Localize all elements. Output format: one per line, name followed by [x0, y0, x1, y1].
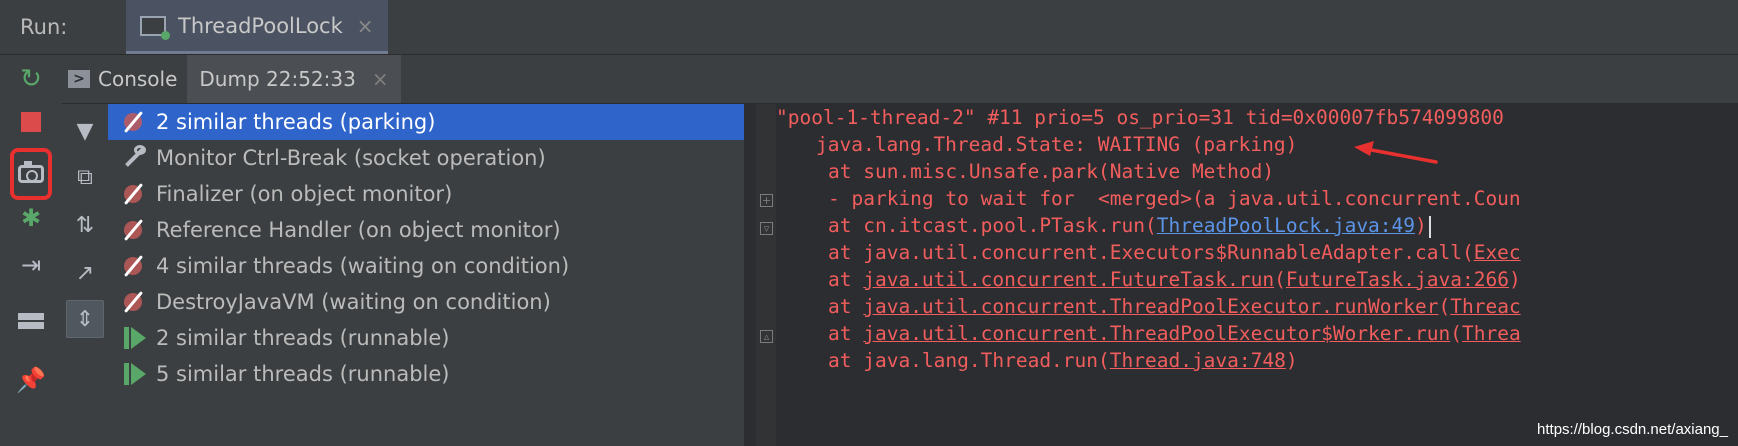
merge-icon[interactable]: ⇕ — [66, 300, 104, 338]
dump-threads-icon[interactable] — [10, 148, 52, 200]
frame-text: ) — [1285, 349, 1298, 372]
class-link[interactable]: java.util.concurrent.ThreadPoolExecutor$… — [863, 322, 1450, 345]
fold-marker-icon[interactable]: ▿ — [760, 222, 773, 235]
thread-header: "pool-1-thread-2" #11 prio=5 os_prio=31 … — [776, 106, 1504, 129]
source-link[interactable]: Threac — [1450, 295, 1520, 318]
source-link[interactable]: ThreadPoolLock.java:49 — [1157, 214, 1415, 237]
frame-text: at — [828, 268, 864, 291]
class-link[interactable]: java.util.concurrent.ThreadPoolExecutor.… — [863, 295, 1438, 318]
stack-frame: - parking to wait for <merged>(a java.ut… — [828, 187, 1521, 210]
run-config-tab[interactable]: ThreadPoolLock × — [126, 0, 388, 54]
left-toolbar: ↻ ✱ ⇥ 📌 — [0, 55, 63, 446]
frame-text: at — [828, 322, 864, 345]
frame-text: ( — [1274, 268, 1286, 291]
thread-label: 4 similar threads (waiting on condition) — [156, 254, 570, 278]
thread-label: Monitor Ctrl-Break (socket operation) — [156, 146, 546, 170]
thread-item[interactable]: 2 similar threads (runnable) — [108, 320, 744, 356]
running-thread-icon — [122, 361, 148, 387]
stack-frame: at sun.misc.Unsafe.park(Native Method) — [828, 160, 1275, 183]
wrench-icon — [122, 145, 148, 171]
thread-label: Reference Handler (on object monitor) — [156, 218, 561, 242]
thread-item[interactable]: Monitor Ctrl-Break (socket operation) — [108, 140, 744, 176]
pin-icon[interactable]: 📌 — [10, 360, 52, 400]
thread-item[interactable]: 4 similar threads (waiting on condition) — [108, 248, 744, 284]
watermark: https://blog.csdn.net/axiang_ — [1537, 421, 1728, 438]
fold-expand-icon[interactable]: + — [760, 194, 773, 207]
stack-frame: at java.util.concurrent.ThreadPoolExecut… — [828, 293, 1521, 320]
thread-state: java.lang.Thread.State: WAITING (parking… — [816, 133, 1298, 156]
run-config-tab-label: ThreadPoolLock — [178, 13, 343, 38]
run-toolbar: Run: ThreadPoolLock × — [0, 0, 1738, 55]
source-link[interactable]: Threa — [1462, 322, 1521, 345]
source-link[interactable]: Thread.java:748 — [1110, 349, 1286, 372]
tab-dump[interactable]: Dump 22:52:33 × — [187, 55, 401, 103]
export-icon[interactable]: ↗ — [66, 254, 104, 292]
tab-console[interactable]: > Console — [62, 55, 187, 103]
thread-label: DestroyJavaVM (waiting on condition) — [156, 290, 551, 314]
close-icon[interactable]: × — [357, 14, 374, 38]
frame-text: at java.lang.Thread.run( — [828, 349, 1110, 372]
stack-frame: at java.util.concurrent.ThreadPoolExecut… — [828, 320, 1521, 347]
tab-console-label: Console — [98, 67, 178, 91]
source-link[interactable]: FutureTask.java:266 — [1286, 268, 1509, 291]
close-icon[interactable]: × — [372, 67, 389, 91]
thread-item[interactable]: DestroyJavaVM (waiting on condition) — [108, 284, 744, 320]
thread-item[interactable]: 2 similar threads (parking) — [108, 104, 744, 140]
exit-icon[interactable]: ⇥ — [10, 245, 52, 285]
frame-text: at — [828, 295, 864, 318]
waiting-thread-icon — [122, 217, 148, 243]
stack-frame: at cn.itcast.pool.PTask.run(ThreadPoolLo… — [828, 212, 1431, 239]
thread-label: 2 similar threads (parking) — [156, 110, 436, 134]
waiting-thread-icon — [122, 289, 148, 315]
thread-list: 2 similar threads (parking) Monitor Ctrl… — [108, 104, 744, 446]
console-icon: > — [68, 70, 90, 88]
stack-trace-panel[interactable]: "pool-1-thread-2" #11 prio=5 os_prio=31 … — [776, 104, 1738, 446]
running-thread-icon — [122, 325, 148, 351]
waiting-thread-icon — [122, 253, 148, 279]
application-icon — [140, 15, 170, 40]
frame-text: ( — [1450, 322, 1462, 345]
class-link[interactable]: java.util.concurrent.FutureTask.run — [863, 268, 1274, 291]
stack-frame: at java.util.concurrent.Executors$Runnab… — [828, 239, 1521, 266]
waiting-thread-icon — [122, 109, 148, 135]
thread-label: 2 similar threads (runnable) — [156, 326, 450, 350]
waiting-thread-icon — [122, 181, 148, 207]
stop-icon[interactable] — [10, 102, 52, 142]
thread-item[interactable]: 5 similar threads (runnable) — [108, 356, 744, 392]
frame-text: at cn.itcast.pool.PTask.run( — [828, 214, 1157, 237]
thread-label: Finalizer (on object monitor) — [156, 182, 453, 206]
console-tabs: > Console Dump 22:52:33 × — [62, 55, 1738, 104]
frame-text: at java.util.concurrent.Executors$Runnab… — [828, 241, 1474, 264]
frame-text: ) — [1415, 214, 1427, 237]
frame-text: ( — [1438, 295, 1451, 318]
stack-frame: at java.lang.Thread.run(Thread.java:748) — [828, 347, 1298, 374]
copy-icon[interactable]: ⧉ — [66, 158, 104, 196]
thread-item[interactable]: Finalizer (on object monitor) — [108, 176, 744, 212]
thread-item[interactable]: Reference Handler (on object monitor) — [108, 212, 744, 248]
sort-icon[interactable]: ⇅ — [66, 206, 104, 244]
thread-tools: ▼ ⧉ ⇅ ↗ ⇕ — [62, 104, 109, 446]
tab-dump-label: Dump 22:52:33 — [199, 67, 356, 91]
run-label: Run: — [20, 15, 68, 39]
annotation-arrow-icon — [1354, 141, 1438, 164]
panel-splitter[interactable] — [744, 104, 756, 446]
text-caret — [1428, 215, 1431, 238]
layout-icon[interactable] — [10, 301, 52, 341]
stack-frame: at java.util.concurrent.FutureTask.run(F… — [828, 266, 1521, 293]
debug-icon[interactable]: ✱ — [10, 198, 52, 238]
thread-label: 5 similar threads (runnable) — [156, 362, 450, 386]
rerun-icon[interactable]: ↻ — [10, 59, 52, 99]
fold-marker-icon[interactable]: ▵ — [760, 330, 773, 343]
frame-text: ) — [1508, 268, 1521, 291]
source-link[interactable]: Exec — [1474, 241, 1521, 264]
filter-icon[interactable]: ▼ — [66, 112, 104, 150]
